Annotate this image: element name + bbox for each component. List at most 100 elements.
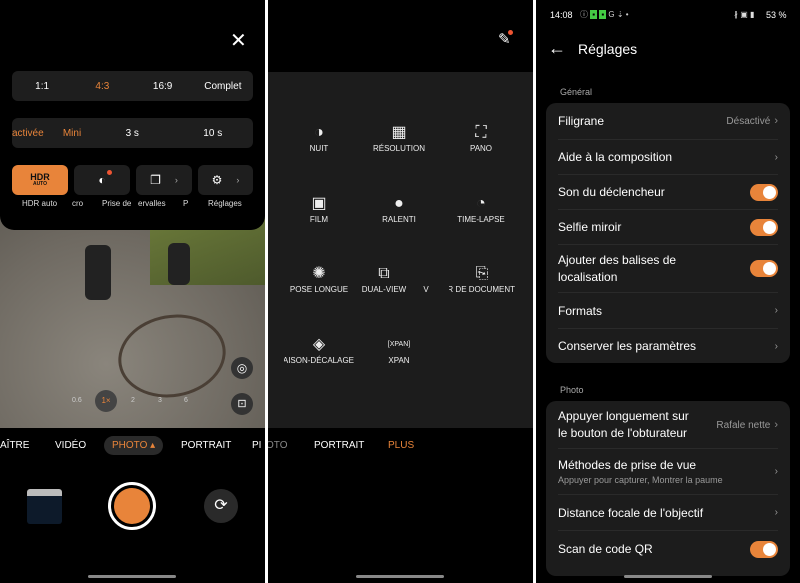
battery-level: 53 %	[766, 10, 787, 20]
timer-mini[interactable]: Mini	[52, 128, 92, 139]
shutter-inner	[114, 488, 150, 524]
mode-night[interactable]: ◑ NUIT	[279, 122, 359, 153]
hdr-auto-button[interactable]: HDR AUTO	[12, 165, 68, 195]
setting-focal-length[interactable]: Distance focale de l'objectif ›	[558, 495, 778, 531]
mode-slow-motion[interactable]: ● RALENTI	[359, 193, 439, 224]
zoom-2[interactable]: 2	[131, 397, 135, 404]
mode-label: PANO	[469, 144, 493, 153]
mode-dual-view[interactable]: ⧉ DUAL-VIEW	[356, 263, 412, 294]
mode-document-scan[interactable]: ⎘ SCANNER DE DOCUMENT	[449, 263, 515, 294]
gallery-thumbnail[interactable]	[27, 489, 62, 524]
home-indicator	[356, 575, 444, 578]
filter-icon[interactable]: ◎	[231, 357, 253, 379]
setting-composition-aid[interactable]: Aide à la composition ›	[558, 140, 778, 175]
settings-icon: ⚙	[211, 173, 223, 187]
zoom-0.6[interactable]: 0.6	[72, 397, 82, 404]
interval-label: ervalles	[138, 199, 166, 208]
interval-button[interactable]: ❐ ›	[136, 165, 192, 195]
high-resolution-icon: ▦	[391, 124, 407, 141]
mode-video[interactable]: VIDÉO	[55, 440, 86, 451]
chevron-right-icon: ›	[774, 466, 778, 477]
timer-10s[interactable]: 10 s	[173, 128, 254, 139]
setting-label: Méthodes de prise de vue	[558, 458, 697, 472]
setting-value: Désactivé ›	[726, 115, 778, 127]
setting-watermark[interactable]: Filigrane Désactivé ›	[558, 103, 778, 140]
mode-label: FILM	[309, 215, 329, 224]
camera-viewfinder[interactable]: ◎ ⊡ 0.6 1× 2 3 6	[0, 215, 265, 428]
setting-keep-settings[interactable]: Conserver les paramètres ›	[558, 329, 778, 363]
setting-label: Ajouter des balises de localisation	[558, 253, 677, 284]
location-tags-toggle[interactable]	[750, 260, 778, 277]
setting-long-press-shutter[interactable]: Appuyer longuement sur le bouton de l'ob…	[558, 401, 778, 449]
qr-scan-toggle[interactable]	[750, 540, 778, 558]
bollard	[168, 243, 190, 285]
edit-icon[interactable]: ✎	[498, 30, 513, 48]
ratio-full[interactable]: Complet	[193, 81, 253, 92]
chevron-right-icon: ›	[774, 151, 778, 163]
setting-shutter-sound: Son du déclencheur	[558, 175, 778, 210]
close-icon[interactable]: ✕	[230, 28, 247, 53]
setting-label: Scan de code QR	[558, 542, 653, 556]
setting-qr-scan: Scan de code QR	[558, 531, 778, 567]
setting-capture-methods[interactable]: Méthodes de prise de vue Appuyer pour cap…	[558, 449, 778, 495]
mode-label: NUIT	[309, 144, 329, 153]
zoom-3[interactable]: 3	[158, 397, 162, 404]
setting-text: Méthodes de prise de vue Appuyer pour cap…	[558, 458, 723, 485]
mode-high-resolution[interactable]: ▦ RÉSOLUTION	[359, 122, 439, 153]
setting-label: Formats	[558, 303, 603, 318]
section-general: Général	[560, 87, 593, 97]
mode-portrait[interactable]: PORTRAIT	[181, 440, 231, 451]
mode-xpan[interactable]: [XPAN] XPAN	[359, 334, 439, 365]
night-icon: ◑	[314, 124, 324, 141]
tilt-shift-icon: ◈	[312, 336, 326, 353]
ai-scene-icon[interactable]: ⊡	[231, 393, 253, 415]
macro-icon: ◐	[98, 173, 106, 187]
zoom-6[interactable]: 6	[184, 397, 188, 404]
section-photo: Photo	[560, 385, 584, 395]
mode-tilt-shift[interactable]: ◈ INCLINAISON-DÉCALAGE	[284, 334, 354, 365]
settings-label: Réglages	[208, 199, 242, 208]
mode-long-exposure[interactable]: ✺ POSE LONGUE	[279, 263, 359, 294]
mode-label: RALENTI	[382, 215, 416, 224]
shutter-sound-toggle[interactable]	[750, 183, 778, 201]
status-time: 14:08	[550, 10, 573, 20]
mode-photo[interactable]: PHOTO ▴	[104, 436, 164, 455]
mode-label: INCLINAISON-DÉCALAGE	[284, 356, 354, 365]
film-icon: ▣	[311, 195, 327, 212]
ratio-4-3[interactable]: 4:3	[72, 81, 132, 92]
macro-button[interactable]: ◐	[74, 165, 130, 195]
timer-3s[interactable]: 3 s	[92, 128, 173, 139]
chevron-right-icon: ›	[174, 175, 178, 185]
setting-label: Son du déclencheur	[558, 185, 665, 199]
mode-photo[interactable]: OTO	[268, 440, 287, 451]
setting-label: Selfie miroir	[558, 220, 622, 234]
mode-pano[interactable]: ⛶ PANO	[441, 122, 521, 153]
ratio-1-1[interactable]: 1:1	[12, 81, 72, 92]
xpan-icon: [XPAN]	[387, 341, 411, 348]
switch-camera-icon[interactable]: ⟳	[204, 489, 238, 523]
notification-dot	[107, 170, 112, 175]
ratio-16-9[interactable]: 16:9	[133, 81, 193, 92]
mirror-selfie-toggle[interactable]	[750, 218, 778, 236]
timer-off[interactable]: activée	[12, 128, 52, 139]
mode-label: SCANNER DE DOCUMENT	[449, 285, 515, 294]
mode-time-lapse[interactable]: ◔ TIME-LAPSE	[441, 193, 521, 224]
shutter-button[interactable]	[108, 482, 156, 530]
more-modes-screen: ✎ ◑ NUIT ▦ RÉSOLUTION ⛶ PANO ▣ FILM ● RALENTI…	[268, 0, 533, 583]
mode-portrait[interactable]: PORTRAIT	[314, 440, 364, 451]
page-title: Réglages	[578, 41, 638, 57]
mode-partial[interactable]: PI	[252, 440, 261, 451]
mode-more[interactable]: PLUS	[388, 440, 414, 451]
setting-formats[interactable]: Formats ›	[558, 293, 778, 329]
zoom-1x[interactable]: 1×	[95, 390, 117, 412]
setting-sublabel: Appuyer pour capturer, Montrer la paume	[558, 475, 723, 485]
status-icons: ∦ ▣ ▮	[734, 10, 755, 19]
mode-portrait-master[interactable]: AÎTRE	[0, 440, 29, 451]
mode-film[interactable]: ▣ FILM	[279, 193, 359, 224]
setting-label: Conserver les paramètres	[558, 339, 697, 353]
setting-value: Rafale nette ›	[716, 419, 778, 431]
mode-label: POSE LONGUE	[289, 285, 349, 294]
burst-icon: ❐	[150, 173, 161, 187]
back-arrow-icon[interactable]: ←	[548, 38, 566, 59]
settings-button[interactable]: ⚙ ›	[198, 165, 253, 195]
